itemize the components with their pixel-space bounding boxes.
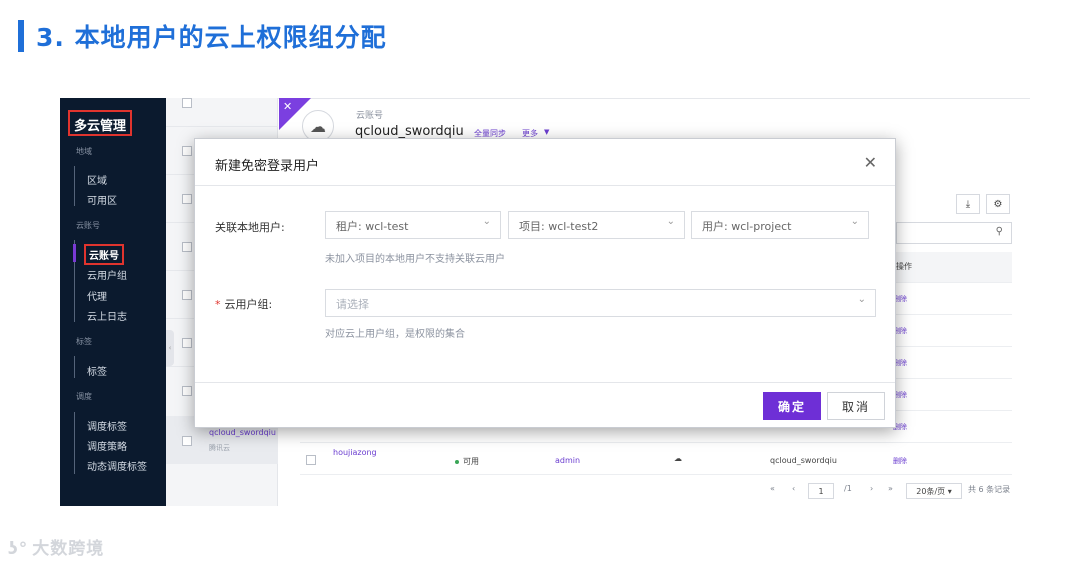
user-select[interactable]: 用户: wcl-project ⌄ bbox=[691, 211, 869, 239]
slide: 3. 本地用户的云上权限组分配 多云管理 地域 区域 可用区 云账号 云账号 云… bbox=[0, 0, 1080, 568]
column-header-operation: 操作 bbox=[896, 262, 912, 271]
local-user-hint: 未加入项目的本地用户不支持关联云用户 bbox=[325, 254, 505, 265]
row-checkbox[interactable] bbox=[306, 455, 316, 465]
header-label: 云账号 bbox=[356, 111, 384, 121]
cell-account: qcloud_swordqiu bbox=[770, 456, 837, 465]
chevron-down-icon: ⌄ bbox=[857, 294, 866, 305]
user-value: 用户: wcl-project bbox=[702, 220, 792, 233]
row-checkbox[interactable] bbox=[182, 242, 192, 252]
collapse-handle[interactable]: ‹ bbox=[166, 330, 174, 366]
create-user-modal: 新建免密登录用户 ✕ 关联本地用户: 租户: wcl-test ⌄ 项目: wc… bbox=[194, 138, 896, 428]
sidebar-item-zone[interactable]: 可用区 bbox=[87, 192, 117, 207]
row-checkbox[interactable] bbox=[182, 146, 192, 156]
required-marker: * bbox=[215, 298, 221, 311]
delete-link[interactable]: 删除 bbox=[893, 456, 907, 466]
prev-page-icon[interactable]: ‹ bbox=[792, 484, 795, 493]
row-checkbox[interactable] bbox=[182, 290, 192, 300]
close-icon[interactable]: ✕ bbox=[283, 100, 292, 113]
next-page-icon[interactable]: › bbox=[870, 484, 873, 493]
sidebar-group-schedule: 调度 bbox=[76, 392, 92, 401]
chevron-down-icon: ⌄ bbox=[666, 216, 675, 227]
sidebar-item-schedtag[interactable]: 调度标签 bbox=[87, 418, 127, 433]
close-icon[interactable]: ✕ bbox=[864, 153, 877, 172]
header-account-name: qcloud_swordqiu bbox=[355, 124, 464, 139]
project-value: 项目: wcl-test2 bbox=[519, 220, 599, 233]
search-input[interactable]: ⚲ bbox=[896, 222, 1012, 244]
row-checkbox[interactable] bbox=[182, 386, 192, 396]
cloud-icon: ☁ bbox=[674, 454, 682, 463]
cell-owner[interactable]: admin bbox=[555, 456, 580, 465]
local-user-label: 关联本地用户: bbox=[215, 221, 285, 234]
sidebar-item-cloudlog[interactable]: 云上日志 bbox=[87, 308, 127, 323]
page-size-value: 20条/页 bbox=[916, 486, 946, 496]
watermark-logo-icon: ʖ° bbox=[8, 539, 29, 559]
chevron-down-icon: ⌄ bbox=[482, 216, 491, 227]
sidebar-group-region: 地域 bbox=[76, 147, 92, 156]
sidebar-item-tag[interactable]: 标签 bbox=[87, 363, 107, 378]
sidebar-group-cloudaccount: 云账号 bbox=[76, 221, 100, 230]
download-button[interactable]: ⤓ bbox=[956, 194, 980, 214]
cloud-group-hint: 对应云上用户组，是权限的集合 bbox=[325, 329, 465, 340]
sidebar-item-cloudgroup[interactable]: 云用户组 bbox=[87, 267, 127, 282]
confirm-button[interactable]: 确定 bbox=[763, 392, 821, 420]
status-dot bbox=[455, 459, 459, 464]
top-divider bbox=[278, 98, 1030, 99]
sidebar-item-dynamic-schedtag[interactable]: 动态调度标签 bbox=[87, 458, 147, 473]
cell-status: 可用 bbox=[455, 456, 479, 467]
sidebar-active-indicator bbox=[73, 244, 76, 262]
title-accent-bar bbox=[18, 20, 24, 52]
selected-account-provider: 腾讯云 bbox=[209, 444, 230, 452]
tenant-select[interactable]: 租户: wcl-test ⌄ bbox=[325, 211, 501, 239]
first-page-icon[interactable]: « bbox=[770, 484, 775, 493]
sidebar-group-tag: 标签 bbox=[76, 337, 92, 346]
sidebar-item-schedpolicy[interactable]: 调度策略 bbox=[87, 438, 127, 453]
settings-button[interactable]: ⚙ bbox=[986, 194, 1010, 214]
row-checkbox[interactable] bbox=[182, 436, 192, 446]
sidebar-divider bbox=[74, 166, 75, 206]
modal-header-divider bbox=[195, 185, 895, 186]
row-checkbox[interactable] bbox=[182, 194, 192, 204]
list-divider bbox=[166, 126, 278, 127]
cloud-group-select[interactable]: 请选择 ⌄ bbox=[325, 289, 876, 317]
row-checkbox[interactable] bbox=[182, 338, 192, 348]
status-text: 可用 bbox=[463, 457, 479, 466]
watermark: ʖ° 大数跨境 bbox=[8, 534, 104, 559]
tenant-value: 租户: wcl-test bbox=[336, 220, 409, 233]
sidebar-divider bbox=[74, 412, 75, 474]
table-row-divider bbox=[300, 474, 1012, 475]
cancel-button[interactable]: 取消 bbox=[827, 392, 885, 420]
project-select[interactable]: 项目: wcl-test2 ⌄ bbox=[508, 211, 685, 239]
selected-account-name[interactable]: qcloud_swordqiu bbox=[209, 428, 276, 437]
row-checkbox[interactable] bbox=[182, 98, 192, 108]
cloud-group-label: * 云用户组: bbox=[215, 296, 272, 312]
cloud-group-placeholder: 请选择 bbox=[336, 298, 369, 311]
page-size-select[interactable]: 20条/页 ▾ bbox=[906, 483, 962, 499]
total-count: 共 6 条记录 bbox=[968, 485, 1011, 494]
table-row-divider bbox=[300, 442, 1012, 443]
modal-footer-divider bbox=[195, 382, 895, 383]
watermark-text: 大数跨境 bbox=[32, 539, 105, 559]
total-pages: /1 bbox=[844, 484, 852, 493]
sidebar-item-region[interactable]: 区域 bbox=[87, 172, 107, 187]
last-page-icon[interactable]: » bbox=[888, 484, 893, 493]
cell-user[interactable]: houjiazong bbox=[333, 448, 377, 457]
sidebar-divider bbox=[74, 356, 75, 378]
page-input[interactable]: 1 bbox=[808, 483, 834, 499]
slide-title: 3. 本地用户的云上权限组分配 bbox=[36, 23, 387, 52]
modal-title: 新建免密登录用户 bbox=[215, 159, 320, 174]
sidebar-brand[interactable]: 多云管理 bbox=[68, 110, 132, 136]
sidebar-item-cloudaccount[interactable]: 云账号 bbox=[84, 244, 124, 265]
sidebar: 多云管理 地域 区域 可用区 云账号 云账号 云用户组 代理 云上日志 标签 标… bbox=[60, 98, 166, 506]
sidebar-item-proxy[interactable]: 代理 bbox=[87, 288, 107, 303]
caret-down-icon: ▼ bbox=[544, 128, 550, 136]
cloud-group-label-text: 云用户组: bbox=[224, 298, 273, 311]
chevron-down-icon: ⌄ bbox=[850, 216, 859, 227]
search-icon: ⚲ bbox=[995, 226, 1003, 237]
